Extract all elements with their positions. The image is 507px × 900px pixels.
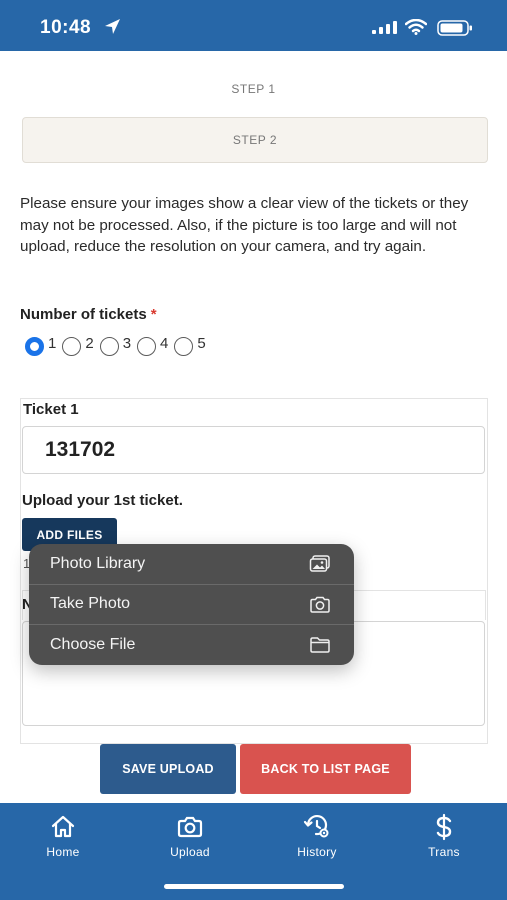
step-2-tab[interactable]: STEP 2 — [22, 117, 488, 163]
history-icon — [303, 814, 329, 838]
camera-icon — [310, 596, 330, 613]
radio-button-4[interactable] — [137, 336, 157, 356]
nav-label-history: History — [297, 845, 337, 859]
status-bar: 10:48 — [0, 0, 507, 51]
cellular-signal-icon — [372, 21, 397, 34]
nav-label-home: Home — [46, 845, 80, 859]
ticket-count-option-1[interactable]: 1 — [25, 334, 57, 356]
wifi-icon — [405, 19, 427, 35]
number-of-tickets-text: Number of tickets — [20, 306, 147, 323]
save-upload-button[interactable]: SAVE UPLOAD — [100, 744, 236, 794]
menu-item-photo-library[interactable]: Photo Library — [29, 544, 354, 585]
battery-icon — [437, 20, 472, 36]
nav-item-trans[interactable]: Trans — [404, 813, 484, 859]
radio-label-4: 4 — [160, 334, 169, 352]
ticket-count-option-2[interactable]: 2 — [62, 334, 94, 356]
menu-item-choose-file[interactable]: Choose File — [29, 625, 354, 665]
dollar-icon — [436, 813, 452, 841]
upload-ticket-label: Upload your 1st ticket. — [22, 492, 183, 509]
home-indicator — [164, 884, 344, 889]
camera-icon — [177, 816, 203, 838]
nav-label-trans: Trans — [428, 845, 460, 859]
nav-label-upload: Upload — [170, 845, 210, 859]
menu-item-label: Photo Library — [50, 554, 146, 572]
location-arrow-icon — [105, 19, 120, 34]
back-to-list-button[interactable]: BACK TO LIST PAGE — [240, 744, 411, 794]
ticket-label: Ticket 1 — [23, 401, 79, 418]
upload-instructions: Please ensure your images show a clear v… — [20, 195, 469, 255]
ticket-number-input[interactable] — [22, 426, 485, 474]
menu-item-label: Choose File — [50, 636, 136, 654]
radio-label-5: 5 — [197, 334, 206, 352]
radio-button-5[interactable] — [174, 336, 194, 356]
ticket-count-option-3[interactable]: 3 — [99, 334, 132, 356]
file-source-menu: Photo Library Take Photo Choose File — [29, 544, 354, 665]
radio-button-3[interactable] — [99, 336, 119, 356]
radio-label-2: 2 — [85, 334, 94, 352]
radio-label-1: 1 — [48, 334, 57, 352]
radio-button-1[interactable] — [25, 336, 44, 356]
nav-item-history[interactable]: History — [277, 813, 357, 859]
menu-item-label: Take Photo — [50, 595, 131, 613]
required-marker: * — [150, 306, 157, 323]
status-time: 10:48 — [40, 17, 92, 38]
photo-library-icon — [309, 555, 330, 572]
ticket-count-radio-group: 1 2 3 4 5 — [25, 335, 212, 357]
ticket-count-option-5[interactable]: 5 — [174, 334, 206, 356]
menu-item-take-photo[interactable]: Take Photo — [29, 585, 354, 625]
nav-item-home[interactable]: Home — [23, 813, 103, 859]
radio-label-3: 3 — [122, 334, 132, 352]
radio-button-2[interactable] — [62, 336, 82, 356]
ticket-count-option-4[interactable]: 4 — [137, 334, 169, 356]
number-of-tickets-label: Number of tickets * — [20, 306, 157, 323]
home-icon — [51, 815, 75, 838]
step-1-tab[interactable]: STEP 1 — [0, 82, 507, 96]
folder-icon — [310, 637, 330, 653]
nav-item-upload[interactable]: Upload — [150, 813, 230, 859]
